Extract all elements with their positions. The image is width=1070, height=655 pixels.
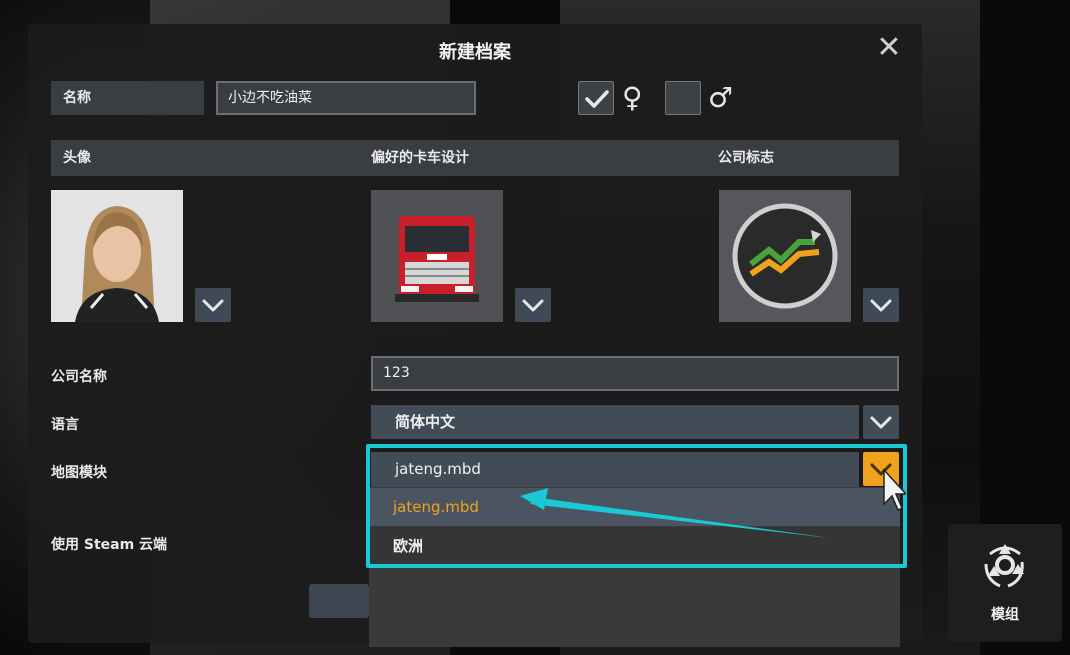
- mouse-cursor-icon: [883, 468, 906, 512]
- annotation-arrow: [520, 488, 830, 538]
- truck-design-dropdown-button[interactable]: [515, 288, 551, 322]
- female-sign-icon: ♀: [622, 81, 643, 114]
- truck-design-image[interactable]: [371, 190, 503, 322]
- profile-name-input[interactable]: 小边不吃油菜: [216, 81, 476, 115]
- avatar-image[interactable]: [51, 190, 183, 322]
- company-name-input[interactable]: 123: [371, 356, 899, 391]
- truck-design-heading: 偏好的卡车设计: [371, 150, 469, 166]
- male-sign-icon: ♂: [708, 81, 734, 114]
- company-logo-heading: 公司标志: [718, 150, 774, 166]
- chevron-down-icon: [522, 299, 544, 312]
- male-checkbox[interactable]: [665, 81, 701, 115]
- avatar-heading: 头像: [63, 150, 91, 166]
- language-select[interactable]: 简体中文: [371, 405, 859, 439]
- mods-gear-icon: [984, 544, 1024, 588]
- company-logo-dropdown-button[interactable]: [863, 288, 899, 322]
- close-icon: ✕: [876, 30, 902, 65]
- appearance-section-header: 头像 偏好的卡车设计 公司标志: [51, 140, 899, 176]
- chevron-down-icon: [870, 299, 892, 312]
- company-name-label: 公司名称: [51, 369, 107, 385]
- hidden-action-button[interactable]: [309, 584, 369, 618]
- avatar-dropdown-button[interactable]: [195, 288, 231, 322]
- name-label: 名称: [51, 81, 204, 115]
- close-button[interactable]: ✕: [876, 33, 902, 63]
- female-checkbox[interactable]: [578, 81, 614, 115]
- language-dropdown-button[interactable]: [863, 405, 899, 439]
- language-label: 语言: [51, 417, 79, 433]
- company-logo-image[interactable]: [719, 190, 851, 322]
- chevron-down-icon: [870, 416, 892, 429]
- mods-label: 模组: [991, 607, 1019, 623]
- chevron-down-icon: [202, 299, 224, 312]
- map-module-label: 地图模块: [51, 465, 107, 481]
- checkmark-icon: [585, 90, 609, 108]
- mods-button[interactable]: 模组: [948, 524, 1062, 642]
- steam-cloud-label: 使用 Steam 云端: [51, 537, 168, 553]
- dialog-title: 新建档案: [439, 42, 511, 63]
